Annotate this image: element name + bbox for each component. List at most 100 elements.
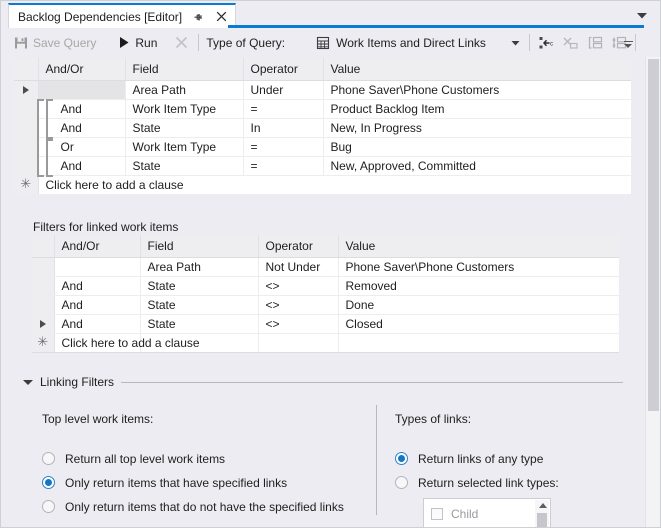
group-clauses-icon[interactable] xyxy=(583,32,607,54)
radio-button[interactable] xyxy=(42,452,55,465)
table-row[interactable]: And State <> Done xyxy=(32,295,619,314)
cell-value[interactable]: Product Backlog Item xyxy=(323,99,631,118)
row-selector[interactable] xyxy=(32,314,54,333)
cell-operator-empty[interactable] xyxy=(258,333,338,352)
cell-andor[interactable]: And xyxy=(38,99,125,118)
cell-andor[interactable]: And xyxy=(54,276,140,295)
table-row[interactable]: And Work Item Type = Product Backlog Ite… xyxy=(14,99,631,118)
cell-field[interactable]: Work Item Type xyxy=(125,99,243,118)
delete-clause-icon[interactable] xyxy=(559,32,583,54)
cell-operator[interactable]: <> xyxy=(258,295,338,314)
column-header-field[interactable]: Field xyxy=(140,235,258,257)
table-row[interactable]: And State In New, In Progress xyxy=(14,118,631,137)
radio-only-without-specified-links[interactable]: Only return items that do not have the s… xyxy=(42,500,344,513)
cell-andor[interactable]: And xyxy=(38,156,125,175)
cell-value[interactable]: Removed xyxy=(338,276,619,295)
table-row[interactable]: And State = New, Approved, Committed xyxy=(14,156,631,175)
add-clause-text[interactable]: Click here to add a clause xyxy=(38,175,631,194)
cell-field[interactable]: Area Path xyxy=(140,257,258,276)
add-clause-row[interactable]: ✳ Click here to add a clause xyxy=(14,175,631,194)
cell-andor[interactable] xyxy=(38,80,125,99)
cell-operator[interactable]: Under xyxy=(243,80,323,99)
scrollbar-thumb[interactable] xyxy=(537,513,547,527)
cell-operator[interactable]: = xyxy=(243,99,323,118)
linking-filters-header[interactable]: Linking Filters xyxy=(23,375,623,389)
cell-field[interactable]: State xyxy=(125,118,243,137)
scroll-up-arrow-icon[interactable] xyxy=(539,503,547,508)
cell-andor[interactable] xyxy=(54,257,140,276)
run-query-button[interactable]: Run xyxy=(112,32,163,54)
row-selector[interactable] xyxy=(32,295,54,314)
toolbar-overflow-icon[interactable] xyxy=(622,37,634,51)
scrollbar-thumb[interactable] xyxy=(648,59,659,411)
cell-value[interactable]: New, In Progress xyxy=(323,118,631,137)
cell-field[interactable]: State xyxy=(125,156,243,175)
radio-button[interactable] xyxy=(395,476,408,489)
column-header-value[interactable]: Value xyxy=(323,58,631,80)
cell-value-empty[interactable] xyxy=(338,333,619,352)
radio-selected-link-types[interactable]: Return selected link types: xyxy=(395,476,559,489)
link-types-listbox[interactable]: Child Parent xyxy=(423,498,551,527)
column-header-operator[interactable]: Operator xyxy=(243,58,323,80)
save-query-button[interactable]: Save Query xyxy=(8,32,102,54)
radio-button[interactable] xyxy=(42,476,55,489)
new-row-indicator[interactable]: ✳ xyxy=(14,175,38,194)
cell-field[interactable]: State xyxy=(140,314,258,333)
cell-operator[interactable]: Not Under xyxy=(258,257,338,276)
checkbox[interactable] xyxy=(431,508,443,520)
vertical-scrollbar[interactable] xyxy=(645,57,660,527)
add-clause-row[interactable]: ✳ Click here to add a clause xyxy=(32,333,619,352)
cell-value[interactable]: Closed xyxy=(338,314,619,333)
query-type-combo[interactable]: Work Items and Direct Links xyxy=(311,32,525,54)
chevron-down-icon[interactable] xyxy=(510,37,522,49)
row-selector[interactable] xyxy=(14,156,38,175)
row-selector[interactable] xyxy=(14,99,38,118)
cell-value[interactable]: Bug xyxy=(323,137,631,156)
add-clause-text[interactable]: Click here to add a clause xyxy=(54,333,140,352)
cell-andor[interactable]: And xyxy=(54,314,140,333)
cell-operator[interactable]: = xyxy=(243,137,323,156)
row-selector[interactable] xyxy=(14,80,38,99)
cell-value[interactable]: Done xyxy=(338,295,619,314)
listbox-scrollbar[interactable] xyxy=(535,500,549,527)
cell-field[interactable]: State xyxy=(140,276,258,295)
cell-operator[interactable]: <> xyxy=(258,276,338,295)
pin-icon[interactable] xyxy=(191,10,205,24)
cell-operator[interactable]: = xyxy=(243,156,323,175)
insert-clause-icon[interactable]: c xyxy=(535,32,559,54)
tab-backlog-dependencies[interactable]: Backlog Dependencies [Editor] xyxy=(8,3,236,28)
cell-field[interactable]: Work Item Type xyxy=(125,137,243,156)
column-header-andor[interactable]: And/Or xyxy=(38,58,125,80)
cell-andor[interactable]: Or xyxy=(38,137,125,156)
new-row-indicator[interactable]: ✳ xyxy=(32,333,54,352)
cell-operator[interactable]: In xyxy=(243,118,323,137)
row-selector[interactable] xyxy=(14,137,38,156)
table-row[interactable]: Area Path Not Under Phone Saver\Phone Cu… xyxy=(32,257,619,276)
triangle-down-icon[interactable] xyxy=(23,380,33,385)
cell-field[interactable]: State xyxy=(140,295,258,314)
cell-andor[interactable]: And xyxy=(54,295,140,314)
table-row[interactable]: And State <> Removed xyxy=(32,276,619,295)
radio-links-any-type[interactable]: Return links of any type xyxy=(395,452,543,465)
row-selector[interactable] xyxy=(32,276,54,295)
column-header-operator[interactable]: Operator xyxy=(258,235,338,257)
radio-only-with-specified-links[interactable]: Only return items that have specified li… xyxy=(42,476,287,489)
table-row[interactable]: Area Path Under Phone Saver\Phone Custom… xyxy=(14,80,631,99)
radio-button[interactable] xyxy=(395,452,408,465)
cell-andor[interactable]: And xyxy=(38,118,125,137)
cell-field[interactable]: Area Path xyxy=(125,80,243,99)
row-selector[interactable] xyxy=(14,118,38,137)
close-icon[interactable] xyxy=(214,10,228,24)
chevron-down-icon[interactable] xyxy=(635,8,649,22)
cell-value[interactable]: Phone Saver\Phone Customers xyxy=(323,80,631,99)
list-item[interactable]: Parent xyxy=(431,523,550,527)
cell-operator[interactable]: <> xyxy=(258,314,338,333)
checkbox[interactable] xyxy=(431,527,443,528)
column-header-value[interactable]: Value xyxy=(338,235,619,257)
column-header-field[interactable]: Field xyxy=(125,58,243,80)
table-row[interactable]: And State <> Closed xyxy=(32,314,619,333)
radio-return-all-top-level[interactable]: Return all top level work items xyxy=(42,452,225,465)
stop-query-button[interactable] xyxy=(169,32,193,54)
table-row[interactable]: Or Work Item Type = Bug xyxy=(14,137,631,156)
list-item[interactable]: Child xyxy=(431,504,550,523)
